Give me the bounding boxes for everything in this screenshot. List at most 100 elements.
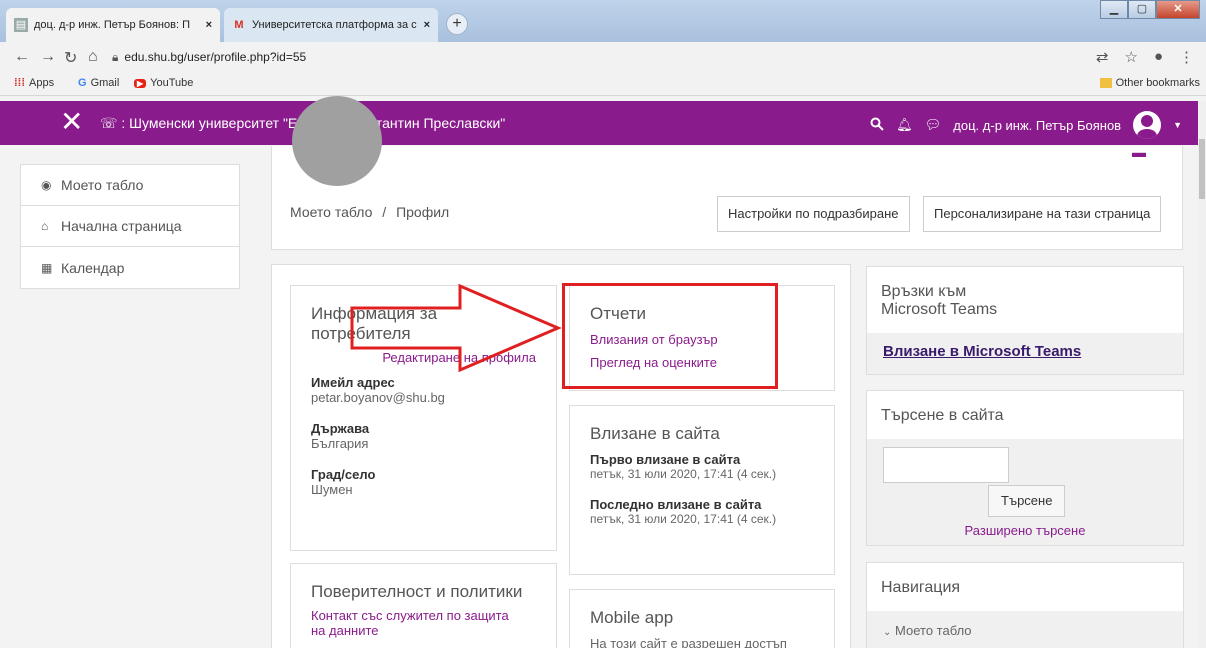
tab-platform[interactable]: M Университетска платформа за с × (224, 8, 438, 42)
site-search-body: Търсене Разширено търсене (867, 439, 1183, 545)
browser-toolbar: ← → ↻ ⌂ 🔒︎ edu.shu.bg/user/profile.php?id… (0, 42, 1206, 72)
sidebar-item-calendar[interactable]: ▦ Календар (21, 247, 239, 288)
phone-icon: ☏ (100, 115, 118, 131)
window-close-button[interactable]: ✕ (1156, 0, 1200, 19)
dashboard-icon: ◉ (41, 178, 52, 192)
mobile-app-title: Mobile app (590, 608, 674, 627)
user-avatar-icon[interactable] (1133, 111, 1162, 139)
back-icon[interactable]: ← (14, 48, 30, 66)
search-icon[interactable] (870, 117, 884, 134)
last-login-label: Последно влизане в сайта (590, 497, 762, 512)
forward-icon[interactable]: → (40, 48, 56, 66)
address-bar[interactable]: 🔒︎ edu.shu.bg/user/profile.php?id=55 (112, 47, 1112, 67)
breadcrumb-separator: / (382, 204, 387, 220)
tab-close-icon[interactable]: × (424, 19, 430, 31)
gmail-icon: M (234, 19, 244, 31)
annotation-highlight-box (562, 283, 778, 389)
profile-icon[interactable]: ● (1154, 48, 1163, 66)
pin-icon[interactable]: ▬ (1132, 144, 1146, 160)
close-drawer-icon[interactable]: ✕ (60, 107, 83, 137)
translate-icon[interactable]: ⇄ (1096, 48, 1109, 66)
navigation-block: Навигация ⌄ Моето табло (866, 562, 1184, 648)
page-favicon-icon: ▤ (14, 18, 28, 32)
bookmark-label: Apps (29, 77, 55, 89)
teams-login-link[interactable]: Влизане в Microsoft Teams (883, 343, 1081, 360)
breadcrumb: Моето табло / Профил (290, 204, 449, 220)
bookmark-star-icon[interactable]: ☆ (1124, 48, 1137, 66)
city-label: Град/село (311, 467, 376, 482)
other-bookmarks[interactable]: Other bookmarks (1099, 77, 1200, 89)
annotation-arrow-icon (350, 284, 562, 373)
chevron-down-icon: ⌄ (883, 627, 892, 638)
customize-page-button[interactable]: Персонализиране на тази страница (923, 196, 1162, 232)
default-settings-button[interactable]: Настройки по подразбиране (717, 196, 910, 232)
search-input[interactable] (883, 447, 1009, 483)
chat-bubble-icon[interactable]: 💬︎ (925, 117, 942, 133)
mobile-app-card: Mobile app На този сайт е разрешен достъ… (569, 589, 835, 648)
youtube-icon: ▶ (134, 78, 147, 88)
country-value: България (311, 436, 369, 451)
tab-profile[interactable]: ▤ доц. д-р инж. Петър Боянов: П × (6, 8, 220, 42)
advanced-search-link[interactable]: Разширено търсене (867, 523, 1183, 538)
chevron-down-icon[interactable]: ▼ (1173, 120, 1182, 130)
breadcrumb-dashboard[interactable]: Моето табло (290, 204, 372, 220)
scrollbar-thumb[interactable] (1199, 139, 1205, 199)
tab-close-icon[interactable]: × (206, 19, 212, 31)
city-value: Шумен (311, 482, 353, 497)
home-icon: ⌂ (41, 219, 49, 233)
dpo-contact-link[interactable]: Контакт със служител по защита на данните (311, 608, 536, 638)
tab-title: Университетска платформа за с (252, 19, 417, 31)
reload-icon[interactable]: ↻ (64, 48, 77, 68)
window-controls: ▁ ▢ ✕ (1100, 0, 1200, 19)
sidebar-item-home[interactable]: ⌂ Начална страница (21, 206, 239, 247)
profile-header: Моето табло / Профил Настройки по подраз… (271, 96, 1183, 250)
teams-link-row: Влизане в Microsoft Teams (867, 333, 1183, 374)
sidebar-item-dashboard[interactable]: ◉ Моето табло (21, 165, 239, 206)
url-text: edu.shu.bg/user/profile.php?id=55 (124, 50, 307, 64)
navigation-title: Навигация (881, 579, 961, 596)
profile-picture (292, 96, 382, 186)
email-value[interactable]: petar.boyanov@shu.bg (311, 390, 536, 405)
email-label: Имейл адрес (311, 375, 395, 390)
nav-item-label: Моето табло (895, 623, 972, 638)
privacy-card: Поверителност и политики Контакт със слу… (290, 563, 557, 648)
bookmark-gmail[interactable]: G Gmail (78, 77, 119, 89)
nav-item-dashboard[interactable]: ⌄ Моето табло (867, 611, 1183, 648)
search-button[interactable]: Търсене (988, 485, 1066, 517)
browser-titlebar: ▤ доц. д-р инж. Петър Боянов: П × M Унив… (0, 0, 1206, 42)
new-tab-button[interactable]: + (446, 13, 468, 35)
page-scrollbar[interactable] (1198, 101, 1206, 648)
maximize-button[interactable]: ▢ (1128, 0, 1156, 19)
country-label: Държава (311, 421, 370, 436)
site-navbar: ✕ ☏ : Шуменски университет "Епископ Конс… (0, 101, 1198, 145)
other-bookmarks-label: Other bookmarks (1115, 77, 1200, 89)
bookmark-apps[interactable]: ⁞⁞⁞ Apps (14, 77, 54, 89)
site-search-title: Търсене в сайта (881, 407, 1004, 424)
lock-icon: 🔒︎ (112, 50, 119, 64)
teams-block: Връзки към Microsoft Teams Влизане в Micr… (866, 266, 1184, 375)
minimize-button[interactable]: ▁ (1100, 0, 1128, 19)
last-login-value: петък, 31 юли 2020, 17:41 (4 сек.) (590, 512, 777, 526)
google-g-icon: G (78, 77, 87, 89)
sidebar-item-label: Календар (61, 259, 125, 276)
privacy-title: Поверителност и политики (311, 582, 523, 601)
calendar-icon: ▦ (41, 260, 53, 275)
left-nav-drawer: ◉ Моето табло ⌂ Начална страница ▦ Кален… (20, 164, 240, 289)
breadcrumb-profile[interactable]: Профил (396, 204, 449, 220)
sidebar-item-label: Моето табло (61, 177, 144, 193)
first-login-label: Първо влизане в сайта (590, 452, 741, 467)
first-login-value: петък, 31 юли 2020, 17:41 (4 сек.) (590, 467, 777, 481)
apps-grid-icon: ⁞⁞⁞ (14, 77, 25, 89)
login-activity-title: Влизане в сайта (590, 424, 720, 443)
toolbar-icons: ⇄ ☆ ● ⋮ (1096, 48, 1194, 66)
bell-icon[interactable]: 🔔︎ (896, 117, 913, 133)
menu-dots-icon[interactable]: ⋮ (1179, 48, 1194, 66)
home-icon[interactable]: ⌂ (88, 48, 98, 66)
bookmark-youtube[interactable]: ▶ YouTube (134, 77, 193, 89)
folder-icon (1099, 78, 1112, 88)
login-activity-card: Влизане в сайта Първо влизане в сайта пе… (569, 405, 835, 575)
user-name[interactable]: доц. д-р инж. Петър Боянов (953, 118, 1121, 133)
user-nav: 🔔︎ 💬︎ доц. д-р инж. Петър Боянов ▼ (870, 111, 1182, 139)
tab-title: доц. д-р инж. Петър Боянов: П (34, 19, 190, 31)
bookmark-label: Gmail (90, 77, 120, 89)
